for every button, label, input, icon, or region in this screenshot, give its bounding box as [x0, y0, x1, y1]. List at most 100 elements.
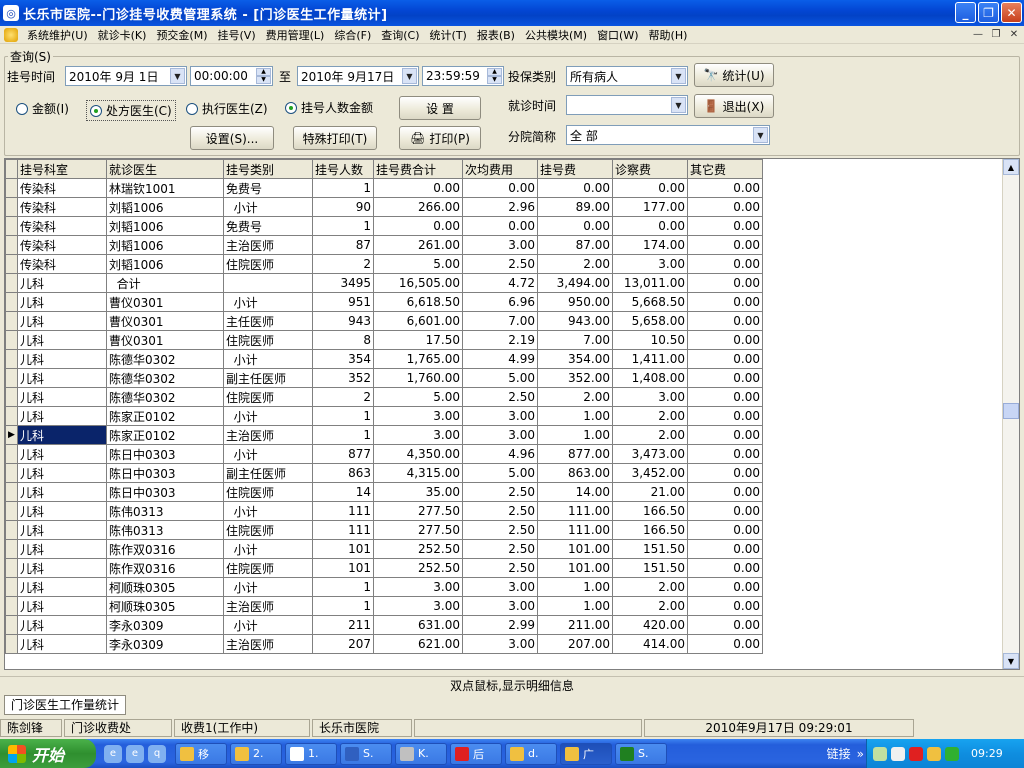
table-cell[interactable]: 2.50 — [462, 558, 538, 578]
table-cell[interactable]: 2.50 — [462, 387, 538, 407]
table-cell[interactable]: 儿科 — [17, 368, 107, 388]
table-cell[interactable]: 943 — [312, 311, 374, 331]
table-cell[interactable]: 151.50 — [612, 558, 688, 578]
taskbar-window-button[interactable]: K. — [395, 742, 447, 765]
taskbar-window-button[interactable]: S. — [340, 742, 392, 765]
table-cell[interactable]: 儿科 — [17, 311, 107, 331]
table-cell[interactable]: 副主任医师 — [223, 368, 313, 388]
table-cell[interactable]: 小计 — [223, 444, 313, 464]
row-indicator[interactable] — [5, 634, 18, 654]
table-cell[interactable]: 刘韬1006 — [106, 254, 224, 274]
table-cell[interactable]: 4,315.00 — [373, 463, 463, 483]
visit-time-select[interactable]: ▼ — [566, 95, 688, 115]
table-cell[interactable]: 3.00 — [373, 577, 463, 597]
taskbar-window-button[interactable]: S. — [615, 742, 667, 765]
table-cell[interactable]: 14.00 — [537, 482, 613, 502]
table-row[interactable]: 儿科 陈作双0316 住院医师 101 252.50 2.50 101.00 151.50 0.… — [5, 558, 763, 578]
table-cell[interactable]: 0.00 — [687, 634, 763, 654]
table-cell[interactable]: 陈日中0303 — [106, 463, 224, 483]
table-cell[interactable]: 儿科 — [17, 539, 107, 559]
table-cell[interactable]: 2.99 — [462, 615, 538, 635]
row-indicator[interactable] — [5, 520, 18, 540]
table-cell[interactable]: 0.00 — [537, 216, 613, 236]
row-indicator[interactable] — [5, 311, 18, 331]
date-from-picker[interactable]: 2010年 9月 1日 ▼ — [65, 66, 187, 86]
table-cell[interactable]: 住院医师 — [223, 520, 313, 540]
row-indicator[interactable] — [5, 292, 18, 312]
table-cell[interactable]: 2.19 — [462, 330, 538, 350]
table-cell[interactable]: 1,760.00 — [373, 368, 463, 388]
table-cell[interactable]: 6,601.00 — [373, 311, 463, 331]
table-cell[interactable]: 277.50 — [373, 501, 463, 521]
table-cell[interactable]: 2.50 — [462, 501, 538, 521]
table-cell[interactable]: 1.00 — [537, 596, 613, 616]
table-cell[interactable]: 3,494.00 — [537, 273, 613, 293]
column-header[interactable]: 诊察费 — [612, 159, 688, 179]
minimize-button[interactable]: _ — [955, 2, 976, 23]
table-cell[interactable]: 儿科 — [17, 330, 107, 350]
table-cell[interactable]: 0.00 — [373, 216, 463, 236]
chevron-down-icon[interactable]: ▼ — [753, 127, 768, 143]
table-cell[interactable]: 免费号 — [223, 178, 313, 198]
table-cell[interactable]: 3.00 — [612, 387, 688, 407]
table-cell[interactable]: 621.00 — [373, 634, 463, 654]
table-cell[interactable]: 陈作双0316 — [106, 558, 224, 578]
table-cell[interactable]: 2.50 — [462, 520, 538, 540]
table-cell[interactable]: 5,658.00 — [612, 311, 688, 331]
table-cell[interactable]: 0.00 — [687, 463, 763, 483]
table-cell[interactable]: 5,668.50 — [612, 292, 688, 312]
table-cell[interactable]: 儿科 — [17, 520, 107, 540]
table-cell[interactable]: 儿科 — [17, 463, 107, 483]
table-cell[interactable]: 863.00 — [537, 463, 613, 483]
table-cell[interactable]: 111 — [312, 520, 374, 540]
row-indicator[interactable] — [5, 406, 18, 426]
table-cell[interactable]: 352.00 — [537, 368, 613, 388]
table-cell[interactable]: 3.00 — [462, 235, 538, 255]
table-cell[interactable]: 4.72 — [462, 273, 538, 293]
table-cell[interactable]: 1,765.00 — [373, 349, 463, 369]
settings-button[interactable]: 设置(S)... — [190, 126, 274, 150]
table-cell[interactable]: 刘韬1006 — [106, 197, 224, 217]
table-row[interactable]: 儿科 曹仪0301 主任医师 943 6,601.00 7.00 943.00 5,658.0… — [5, 311, 763, 331]
spin-icon[interactable]: ▲ ▼ — [487, 68, 502, 84]
table-cell[interactable]: 177.00 — [612, 197, 688, 217]
table-cell[interactable]: 1.00 — [537, 406, 613, 426]
table-cell[interactable]: 3.00 — [462, 634, 538, 654]
table-cell[interactable]: 16,505.00 — [373, 273, 463, 293]
table-cell[interactable]: 0.00 — [462, 178, 538, 198]
table-row[interactable]: 儿科 李永0309 主治医师 207 621.00 3.00 207.00 414.00 0.0… — [5, 634, 763, 654]
table-cell[interactable]: 943.00 — [537, 311, 613, 331]
table-cell[interactable]: 4.96 — [462, 444, 538, 464]
table-cell[interactable]: 主治医师 — [223, 235, 313, 255]
table-cell[interactable]: 207 — [312, 634, 374, 654]
table-row[interactable]: 儿科 李永0309 小计 211 631.00 2.99 211.00 420.00 0.00 — [5, 615, 763, 635]
table-cell[interactable]: 0.00 — [687, 349, 763, 369]
insurance-select[interactable]: 所有病人 ▼ — [566, 66, 688, 86]
table-row[interactable]: 传染科 林瑞钦1001 免费号 1 0.00 0.00 0.00 0.00 0.00 — [5, 178, 763, 198]
table-cell[interactable]: 3.00 — [462, 596, 538, 616]
table-cell[interactable]: 住院医师 — [223, 254, 313, 274]
menu-item[interactable]: 窗口(W) — [592, 27, 643, 43]
table-cell[interactable]: 14 — [312, 482, 374, 502]
table-cell[interactable]: 主任医师 — [223, 311, 313, 331]
table-cell[interactable]: 儿科 — [17, 387, 107, 407]
table-cell[interactable]: 儿科 — [17, 596, 107, 616]
table-cell[interactable]: 李永0309 — [106, 615, 224, 635]
table-cell[interactable]: 0.00 — [687, 311, 763, 331]
table-row[interactable]: 儿科 陈德华0302 住院医师 2 5.00 2.50 2.00 3.00 0.00 — [5, 387, 763, 407]
table-cell[interactable]: 0.00 — [687, 501, 763, 521]
row-indicator[interactable] — [5, 463, 18, 483]
table-cell[interactable]: 0.00 — [687, 596, 763, 616]
table-cell[interactable]: 陈伟0313 — [106, 520, 224, 540]
table-cell[interactable]: 主治医师 — [223, 425, 313, 445]
table-cell[interactable]: 住院医师 — [223, 330, 313, 350]
row-indicator[interactable] — [5, 596, 18, 616]
data-grid[interactable]: 挂号科室 就诊医生 挂号类别 挂号人数 挂号费合计 次均费用 挂号费 诊察费 其它费 传染科 林瑞… — [4, 158, 1020, 670]
row-indicator[interactable] — [5, 387, 18, 407]
table-cell[interactable]: 曹仪0301 — [106, 311, 224, 331]
table-cell[interactable]: 5.00 — [462, 368, 538, 388]
row-indicator[interactable] — [5, 577, 18, 597]
table-cell[interactable]: 1,411.00 — [612, 349, 688, 369]
table-cell[interactable]: 儿科 — [17, 558, 107, 578]
date-to-picker[interactable]: 2010年 9月17日 ▼ — [297, 66, 419, 86]
